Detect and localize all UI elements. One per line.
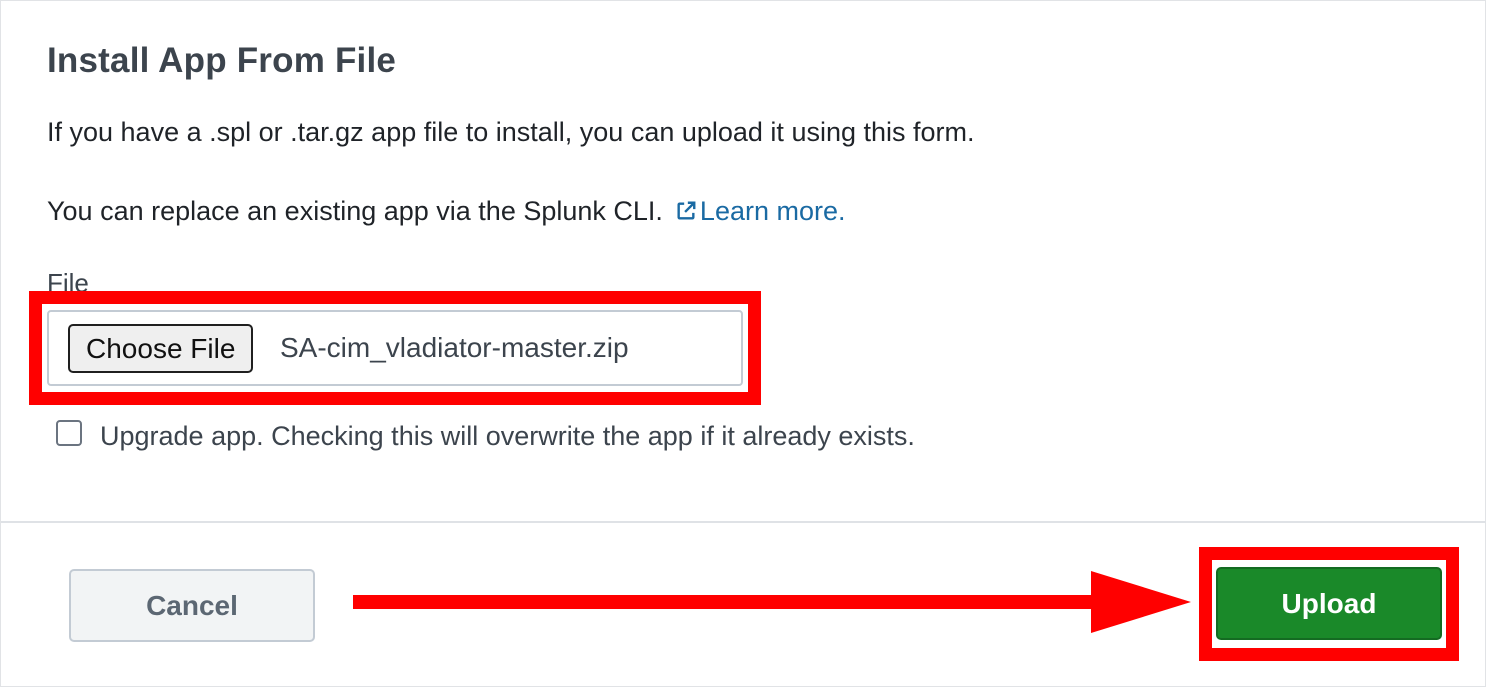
install-app-dialog: Install App From File If you have a .spl… [0, 0, 1486, 687]
footer-divider [1, 521, 1486, 523]
cli-note-text: You can replace an existing app via the … [47, 196, 663, 226]
learn-more-label: Learn more. [699, 196, 846, 226]
external-link-icon [677, 201, 696, 220]
description-line-2: You can replace an existing app via the … [47, 196, 846, 227]
arrow-annotation-icon [353, 571, 1191, 633]
upgrade-app-checkbox[interactable] [56, 420, 82, 446]
upload-button[interactable]: Upload [1216, 567, 1442, 640]
file-field-label: File [47, 268, 89, 298]
learn-more-link[interactable]: Learn more. [675, 196, 846, 226]
cancel-button[interactable]: Cancel [69, 569, 315, 642]
upgrade-app-label[interactable]: Upgrade app. Checking this will overwrit… [100, 421, 915, 452]
selected-file-name: SA-cim_vladiator-master.zip [280, 332, 629, 363]
dialog-title: Install App From File [47, 41, 397, 80]
description-line-1: If you have a .spl or .tar.gz app file t… [47, 117, 975, 147]
file-input[interactable]: Choose File SA-cim_vladiator-master.zip [47, 310, 743, 386]
choose-file-button[interactable]: Choose File [68, 324, 254, 373]
